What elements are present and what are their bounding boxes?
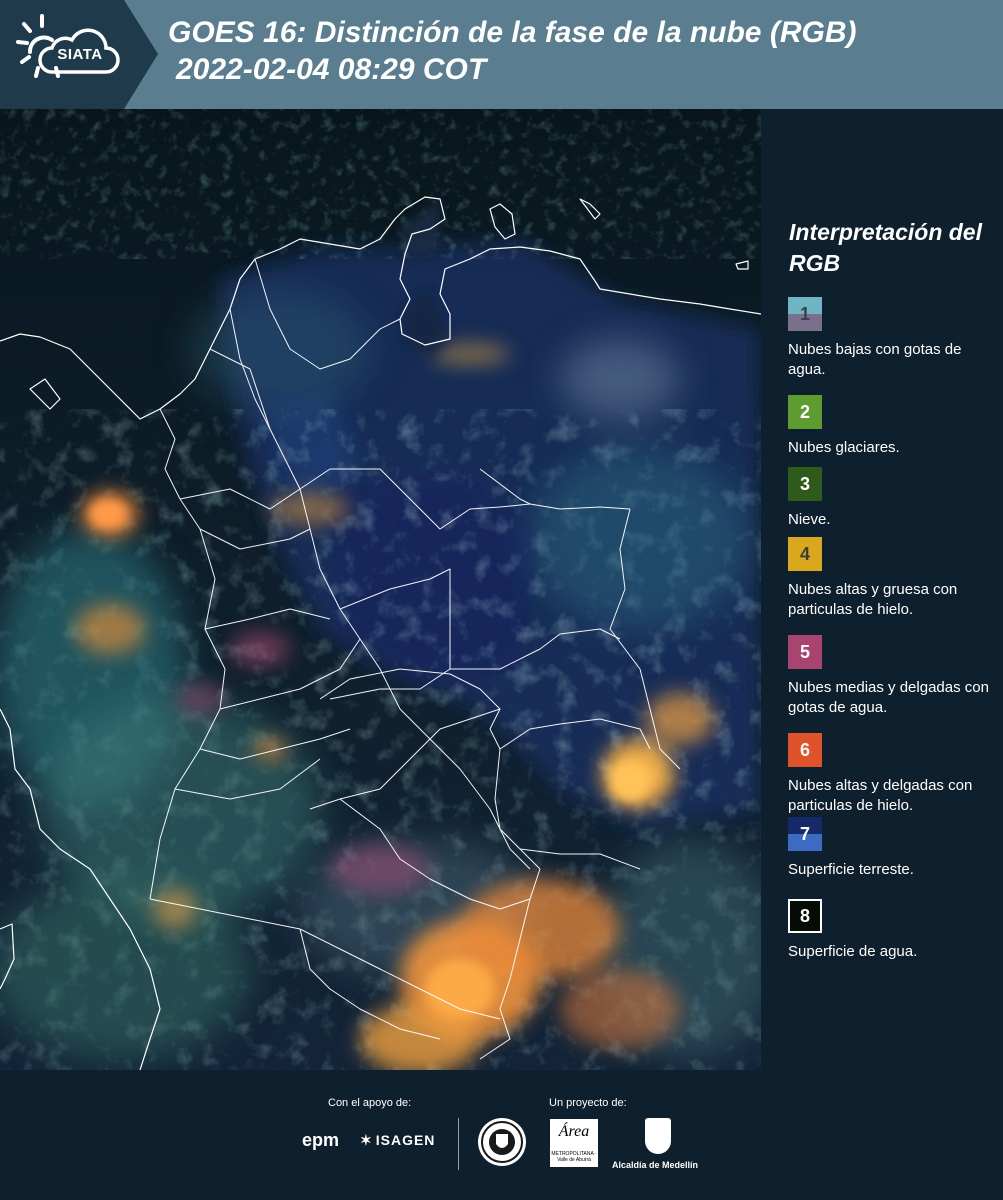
legend-number: 1 <box>799 303 810 324</box>
medellin-seal-logo <box>478 1118 526 1166</box>
title-datetime: 2022-02-04 08:29 COT <box>176 53 487 86</box>
title-product: GOES 16: Distinción de la fase de la nub… <box>168 16 857 49</box>
legend-label: Nubes medias y delgadas con gotas de agu… <box>788 679 989 716</box>
legend-swatch: 3 <box>788 467 822 501</box>
legend-number: 2 <box>799 401 810 422</box>
rgb-legend: Interpretación del RGB 1 Nubes bajas con … <box>761 109 1003 1070</box>
legend-label: Nubes bajas con gotas de agua. <box>788 341 962 378</box>
area-logo-subtext: METROPOLITANA · Valle de Aburrá <box>551 1151 597 1163</box>
legend-swatch: 7 <box>788 817 822 851</box>
legend-item: 2 Nubes glaciares. <box>788 395 998 458</box>
legend-label: Superficie terreste. <box>788 861 914 878</box>
legend-item: 3 Nieve. <box>788 467 998 530</box>
legend-item: 4 Nubes altas y gruesa con particulas de … <box>788 537 998 620</box>
isagen-logo: ✶ ISAGEN <box>360 1132 435 1149</box>
legend-item: 7 Superficie terreste. <box>788 817 998 880</box>
legend-swatch: 4 <box>788 537 822 571</box>
isagen-logo-text: ISAGEN <box>375 1132 436 1148</box>
legend-label: Nubes altas y delgadas con particulas de… <box>788 777 973 814</box>
legend-number: 5 <box>799 641 810 662</box>
siata-logo: SIATA <box>0 0 158 109</box>
legend-item: 8 Superficie de agua. <box>788 899 998 962</box>
legend-number: 7 <box>799 823 810 844</box>
legend-item: 1 Nubes bajas con gotas de agua. <box>788 297 998 380</box>
alcaldia-shield-icon <box>645 1118 671 1154</box>
legend-label: Nubes altas y gruesa con particulas de h… <box>788 581 958 618</box>
legend-swatch: 5 <box>788 635 822 669</box>
satellite-map <box>0 109 762 1070</box>
epm-logo: epm <box>302 1130 340 1150</box>
siata-logo-text: SIATA <box>57 46 103 63</box>
legend-number: 4 <box>799 543 810 564</box>
page-title: GOES 16: Distinción de la fase de la nub… <box>168 14 856 88</box>
legend-swatch: 6 <box>788 733 822 767</box>
legend-item: 5 Nubes medias y delgadas con gotas de ag… <box>788 635 998 718</box>
legend-label: Superficie de agua. <box>788 943 918 960</box>
legend-number: 3 <box>799 473 810 494</box>
seal-icon <box>481 1121 523 1163</box>
legend-swatch: 2 <box>788 395 822 429</box>
header-bar: SIATA GOES 16: Distinción de la fase de … <box>0 0 1003 109</box>
project-label: Un proyecto de: <box>549 1097 627 1109</box>
area-logo-text: Área <box>558 1123 590 1140</box>
area-metropolitana-logo: Área METROPOLITANA · Valle de Aburrá <box>550 1119 598 1167</box>
legend-title: Interpretación del RGB <box>789 219 982 276</box>
legend-number: 8 <box>799 905 810 926</box>
alcaldia-logo-text: Alcaldía de Medellín <box>612 1160 699 1170</box>
rgb-satellite-image <box>0 109 761 1070</box>
legend-number: 6 <box>799 739 810 760</box>
legend-swatch: 1 <box>788 297 822 331</box>
footer-divider <box>458 1118 459 1170</box>
legend-item: 6 Nubes altas y delgadas con particulas d… <box>788 733 998 816</box>
support-label: Con el apoyo de: <box>328 1097 412 1109</box>
legend-label: Nieve. <box>788 511 831 528</box>
isagen-mark-icon: ✶ <box>360 1132 373 1148</box>
legend-swatch: 8 <box>788 899 822 933</box>
legend-label: Nubes glaciares. <box>788 439 900 456</box>
footer: Con el apoyo de: Un proyecto de: epm ✶ IS… <box>0 1070 1003 1200</box>
